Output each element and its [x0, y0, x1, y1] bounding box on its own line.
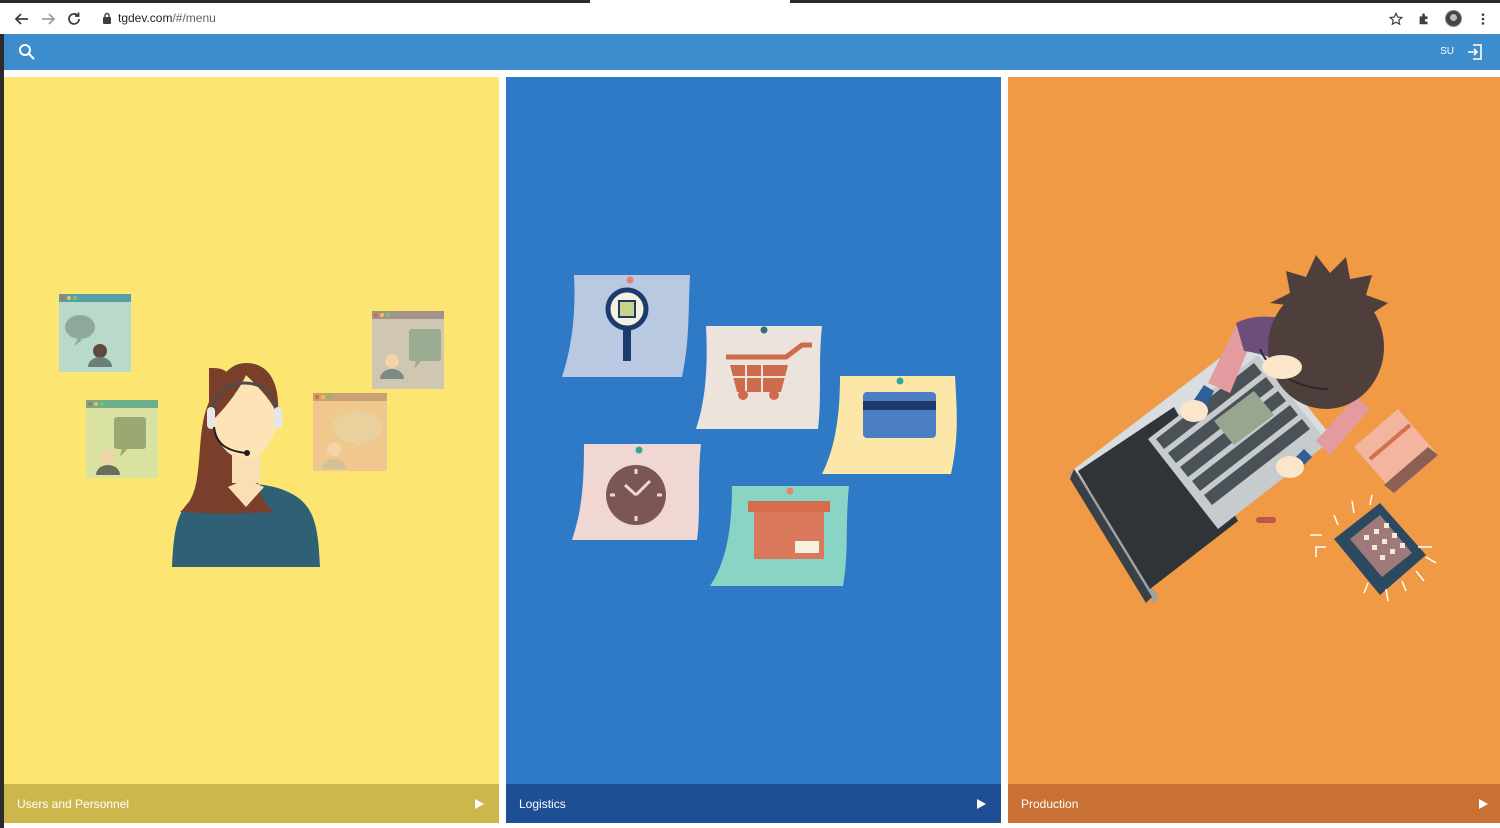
- forward-icon[interactable]: [38, 9, 58, 29]
- customer-support-illustration: [59, 294, 444, 567]
- browser-toolbar: tgdev.com/#/menu: [0, 0, 1500, 34]
- tile-label: Logistics: [519, 796, 566, 811]
- active-tab-edge: [590, 0, 790, 6]
- url-path: /#/menu: [172, 11, 216, 25]
- extensions-icon[interactable]: [1417, 12, 1431, 26]
- tile-label: Users and Personnel: [17, 796, 130, 811]
- user-initials[interactable]: SU: [1440, 46, 1454, 57]
- tile-label: Production: [1021, 796, 1079, 811]
- play-icon[interactable]: [975, 798, 987, 810]
- tile-footer[interactable]: Production: [1008, 784, 1500, 823]
- address-bar[interactable]: tgdev.com/#/menu: [102, 11, 216, 25]
- play-icon[interactable]: [473, 798, 485, 810]
- search-icon[interactable]: [18, 43, 36, 61]
- developer-laptop-illustration: [1068, 255, 1438, 603]
- reload-icon[interactable]: [64, 9, 84, 29]
- url-host: tgdev.com: [118, 11, 173, 25]
- app-header: SU: [4, 34, 1500, 70]
- menu-content: Users and Personnel Logistics Production: [4, 70, 1500, 828]
- logistics-notes-illustration: [562, 275, 957, 586]
- logout-icon[interactable]: [1466, 43, 1484, 61]
- star-icon[interactable]: [1389, 11, 1403, 26]
- profile-avatar[interactable]: [1445, 10, 1462, 27]
- tile-footer[interactable]: Logistics: [506, 784, 1001, 823]
- tile-logistics[interactable]: Logistics: [506, 77, 1001, 823]
- lock-icon: [102, 12, 112, 24]
- tile-users-and-personnel[interactable]: Users and Personnel: [4, 77, 499, 823]
- play-icon[interactable]: [1477, 798, 1489, 810]
- more-menu-icon[interactable]: [1476, 12, 1490, 26]
- back-icon[interactable]: [12, 9, 32, 29]
- tile-production[interactable]: Production: [1008, 77, 1500, 823]
- tile-footer[interactable]: Users and Personnel: [4, 784, 499, 823]
